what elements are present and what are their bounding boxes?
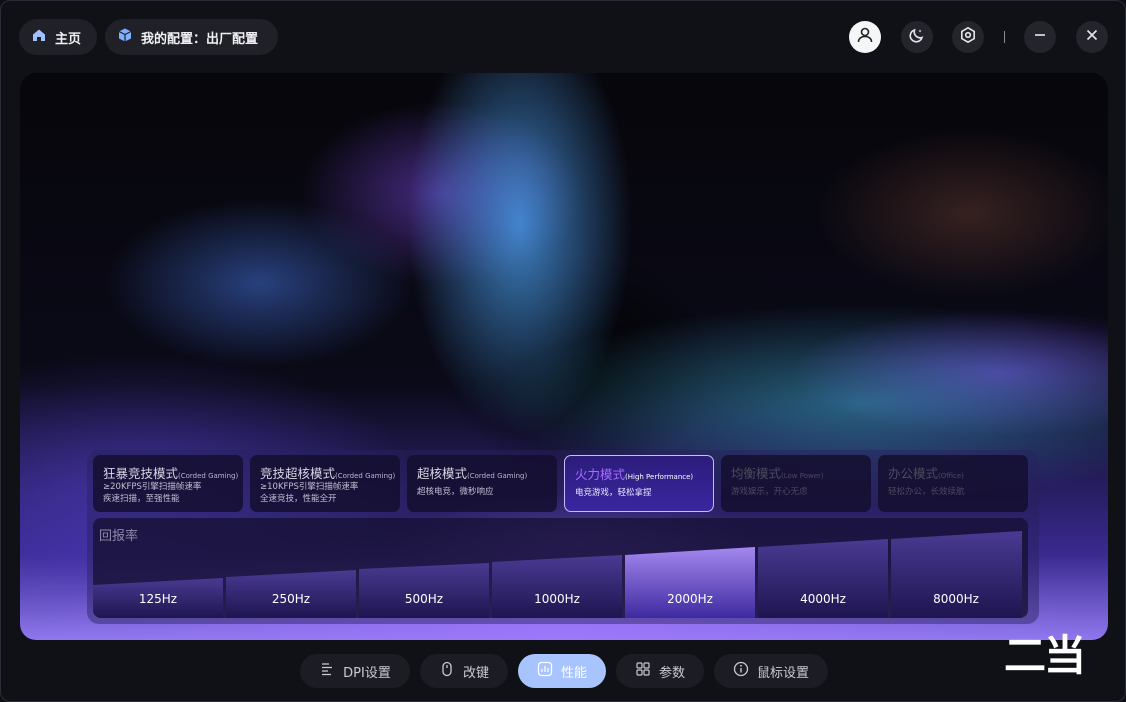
mode-tag: (Corded Gaming) (335, 472, 396, 480)
nav-dpi-label: DPI设置 (343, 665, 391, 681)
mode-tag: (High Performance) (625, 473, 694, 481)
mode-tag: (Low Power) (781, 472, 824, 480)
minimize-icon (1031, 26, 1049, 48)
nav-mouse-label: 鼠标设置 (756, 665, 809, 681)
mode-title: 超核模式 (417, 466, 468, 481)
rate-label-1000hz: 1000Hz (534, 592, 580, 606)
mode-desc-line1: 电竞游戏，轻松拿捏 (575, 488, 652, 498)
home-label: 主页 (55, 31, 82, 47)
grid-icon (635, 661, 651, 681)
rate-bar-1000hz[interactable] (492, 555, 622, 618)
user-icon (856, 26, 874, 48)
mode-card-balanced[interactable]: 均衡模式(Low Power) 游戏娱乐，开心无虑 (721, 455, 871, 512)
rate-label-500hz: 500Hz (404, 592, 444, 606)
settings-button[interactable] (952, 21, 984, 53)
nav-dpi-settings[interactable]: DPI设置 (300, 654, 410, 688)
mode-card-competitive[interactable]: 竞技超核模式(Corded Gaming) ≥10KFPS引擎扫描帧速率 全速竞… (250, 455, 400, 512)
mode-desc-line2: 全速竞技，性能全开 (260, 493, 337, 504)
home-icon (31, 27, 47, 47)
rate-label-250hz: 250Hz (271, 592, 311, 606)
rate-bar-4000hz[interactable] (758, 539, 888, 618)
hex-gear-icon (959, 26, 977, 48)
sliders-icon (319, 661, 335, 681)
nav-performance[interactable]: 性能 (518, 654, 606, 688)
mode-tag: (Corded Gaming) (467, 472, 528, 480)
mode-desc-line1: ≥20KFPS引擎扫描帧速率 (103, 482, 202, 492)
polling-rate-selector: 回报率 125Hz 250Hz 500Hz 1000Hz 2000Hz 4000… (93, 518, 1028, 618)
nav-key-remap[interactable]: 改键 (420, 654, 508, 688)
rate-label-4000hz: 4000Hz (800, 592, 846, 606)
mode-desc-line1: 超核电竞，微秒响应 (417, 487, 494, 497)
mode-title: 均衡模式 (731, 466, 782, 481)
watermark-text: 二当 (1004, 631, 1086, 680)
info-icon (733, 661, 749, 681)
nav-params-label: 参数 (658, 665, 685, 681)
nav-parameters[interactable]: 参数 (616, 654, 704, 688)
cube-icon (117, 27, 133, 47)
performance-chart-icon (537, 661, 553, 681)
mode-tag: (Office) (938, 472, 964, 480)
mode-desc-line1: 游戏娱乐，开心无虑 (731, 487, 808, 497)
mode-desc-line2: 疾速扫描，至强性能 (103, 493, 180, 504)
rate-bar-500hz[interactable] (359, 563, 489, 618)
nav-mouse-settings[interactable]: 鼠标设置 (714, 654, 828, 688)
theme-toggle-button[interactable] (901, 21, 933, 53)
mode-title: 狂暴竞技模式 (103, 466, 179, 481)
config-button[interactable]: 我的配置：出厂配置 (105, 19, 278, 55)
mode-title: 办公模式 (888, 466, 939, 481)
close-icon (1083, 26, 1101, 48)
rate-bar-2000hz[interactable] (625, 547, 755, 618)
mode-desc-line1: ≥10KFPS引擎扫描帧速率 (260, 482, 359, 492)
mode-card-office[interactable]: 办公模式(Office) 轻松办公，长效续航 (878, 455, 1028, 512)
nav-performance-label: 性能 (560, 665, 587, 681)
rate-label-2000hz: 2000Hz (667, 592, 713, 606)
mode-desc-line1: 轻松办公，长效续航 (888, 487, 965, 497)
rate-label-8000hz: 8000Hz (933, 592, 979, 606)
mode-card-frenzy[interactable]: 狂暴竞技模式(Corded Gaming) ≥20KFPS引擎扫描帧速率 疾速扫… (93, 455, 243, 512)
mode-tag: (Corded Gaming) (178, 472, 239, 480)
nav-remap-label: 改键 (462, 665, 489, 681)
toolbar-divider (1004, 31, 1005, 43)
close-button[interactable] (1076, 21, 1108, 53)
minimize-button[interactable] (1024, 21, 1056, 53)
mode-card-firepower[interactable]: 火力模式(High Performance) 电竞游戏，轻松拿捏 (564, 455, 714, 512)
rate-label-125hz: 125Hz (138, 592, 178, 606)
home-button[interactable]: 主页 (19, 19, 97, 55)
moon-icon (908, 26, 926, 48)
config-label: 我的配置：出厂配置 (141, 31, 259, 47)
mode-title: 竞技超核模式 (260, 466, 336, 481)
user-avatar-button[interactable] (849, 21, 881, 53)
mouse-icon (439, 661, 455, 681)
mode-title: 火力模式 (575, 467, 626, 482)
mode-card-hypercore[interactable]: 超核模式(Corded Gaming) 超核电竞，微秒响应 (407, 455, 557, 512)
